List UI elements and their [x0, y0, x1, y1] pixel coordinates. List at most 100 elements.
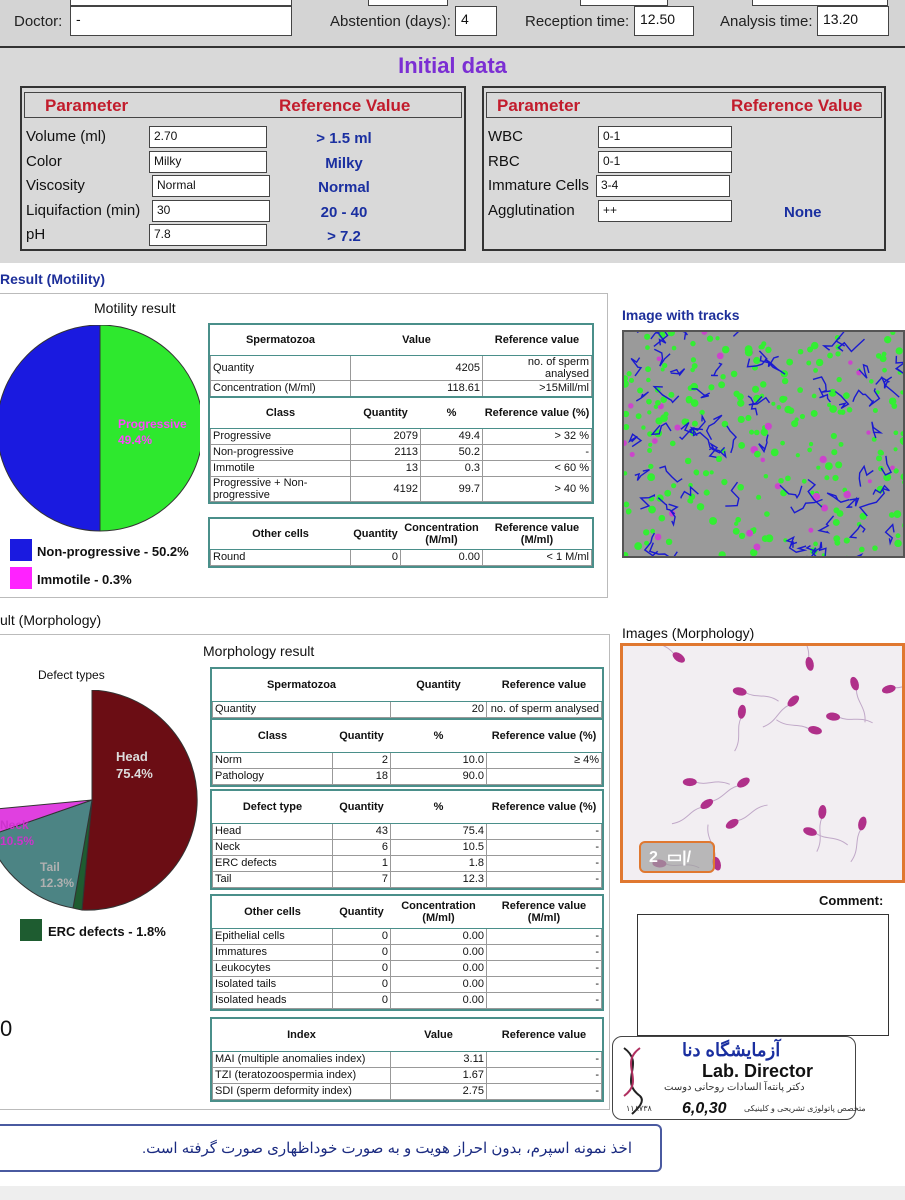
param-ref: Milky: [325, 154, 363, 172]
track-dot: [745, 414, 752, 422]
pie-slice-head: [81, 690, 198, 911]
motility-table-1: Spermatozoa Value Reference value Quantity…: [208, 323, 594, 399]
track-line: [759, 355, 779, 368]
table-cell: no. of sperm analysed: [482, 354, 592, 381]
gallery-icon: ▭|/: [667, 849, 692, 866]
table-row: Pathology 18 90.0: [212, 767, 602, 785]
track-dot: [890, 332, 896, 336]
table-cell: -: [486, 1050, 602, 1068]
track-dot: [718, 551, 726, 556]
table-cell: Epithelial cells: [212, 927, 333, 945]
param-value-field-right[interactable]: 0-1: [598, 150, 732, 173]
track-line: [628, 433, 643, 448]
track-dot: [797, 348, 804, 355]
track-line: [732, 332, 740, 337]
track-line: [692, 428, 719, 452]
progressive-label: Progressive: [118, 417, 187, 431]
abstention-field[interactable]: 4: [455, 6, 497, 36]
track-dot: [721, 478, 728, 486]
track-dot: [662, 362, 668, 369]
th: %: [420, 398, 483, 429]
track-dot: [744, 345, 753, 354]
table-cell: Head: [212, 822, 333, 840]
track-line: [790, 498, 823, 514]
table-row: SDI (sperm deformity index) 2.75-: [212, 1082, 602, 1100]
param-value-field[interactable]: Milky: [149, 150, 267, 173]
track-line: [630, 357, 643, 377]
doctor-label: Doctor:: [14, 13, 63, 30]
th: Spermatozoa: [212, 669, 391, 702]
param-name-right: Agglutination: [488, 201, 575, 219]
morph-image[interactable]: 2 ▭|/: [620, 643, 905, 883]
track-line: [705, 414, 723, 441]
track-dot: [730, 370, 738, 378]
th: Reference value (M/ml): [486, 896, 602, 929]
analysis-field[interactable]: 13.20: [817, 6, 889, 36]
reception-field[interactable]: 12.50: [634, 6, 694, 36]
tracks-image[interactable]: [622, 330, 905, 558]
track-dot: [830, 432, 837, 440]
table-cell: ERC defects: [212, 854, 333, 872]
comment-box[interactable]: [637, 914, 889, 1036]
table-row: Norm 2 10.0 ≥ 4%: [212, 751, 602, 769]
track-dot: [879, 450, 885, 456]
track-line: [682, 332, 688, 340]
param-name-right: WBC: [488, 128, 523, 145]
table-row: Leukocytes 0 0.00-: [212, 959, 602, 977]
param-value-field-right[interactable]: 0-1: [598, 126, 732, 148]
track-dot: [735, 516, 742, 523]
sperm-cell: [671, 798, 714, 825]
table-cell: < 60 %: [482, 459, 592, 477]
track-line: [653, 348, 671, 367]
sperm-cell: [816, 804, 827, 852]
th: Concentration (M/ml): [390, 896, 487, 929]
track-dot: [684, 457, 692, 465]
track-line: [818, 387, 831, 403]
ref-header-right: Reference Value: [731, 96, 863, 115]
track-dot: [810, 409, 818, 417]
track-dot: [816, 465, 821, 470]
th: Defect type: [212, 791, 333, 824]
track-dot: [843, 537, 850, 544]
track-dot: [778, 477, 784, 484]
track-dot: [647, 447, 653, 453]
param-value-field-right[interactable]: ++: [598, 199, 732, 222]
track-dot: [782, 396, 788, 401]
th: Reference value (%): [486, 791, 602, 824]
table-cell: -: [482, 443, 592, 461]
track-dot: [893, 430, 899, 436]
param-value-field[interactable]: 7.8: [149, 224, 267, 246]
track-dot: [827, 402, 832, 408]
track-dot: [671, 483, 677, 489]
param-value-field[interactable]: 30: [152, 199, 270, 222]
track-dot: [737, 399, 745, 407]
table-cell: SDI (sperm deformity index): [212, 1082, 391, 1100]
track-dot: [669, 440, 676, 447]
table-cell: 4192: [350, 475, 421, 502]
table-cell: 7: [332, 870, 391, 888]
track-line: [725, 481, 740, 507]
track-dot: [754, 450, 761, 458]
param-value-field[interactable]: Normal: [152, 175, 270, 197]
table-row: Round 0 0.00 < 1 M/ml: [210, 548, 592, 566]
track-dot: [690, 340, 696, 347]
track-dot: [872, 545, 878, 551]
table-cell: 2: [332, 751, 391, 769]
table-row: Immotile 13 0.3 < 60 %: [210, 459, 592, 477]
doctor-field[interactable]: -: [70, 6, 292, 36]
sperm-cell: [708, 777, 750, 803]
ref-header: Reference Value: [279, 96, 411, 115]
table-cell: [486, 767, 602, 785]
table-cell: Tail: [212, 870, 333, 888]
track-dot: [821, 504, 829, 512]
table-cell: Progressive: [210, 427, 351, 445]
param-value-field-right[interactable]: 3-4: [596, 175, 730, 197]
image-counter[interactable]: 2 ▭|/: [639, 841, 715, 873]
track-dot: [753, 356, 761, 365]
param-value-field[interactable]: 2.70: [149, 126, 267, 148]
table-cell: Immatures: [212, 943, 333, 961]
track-dot: [760, 457, 766, 463]
initial-data-title: Initial data: [398, 53, 507, 78]
track-dot: [866, 430, 871, 435]
track-dot: [699, 409, 705, 416]
